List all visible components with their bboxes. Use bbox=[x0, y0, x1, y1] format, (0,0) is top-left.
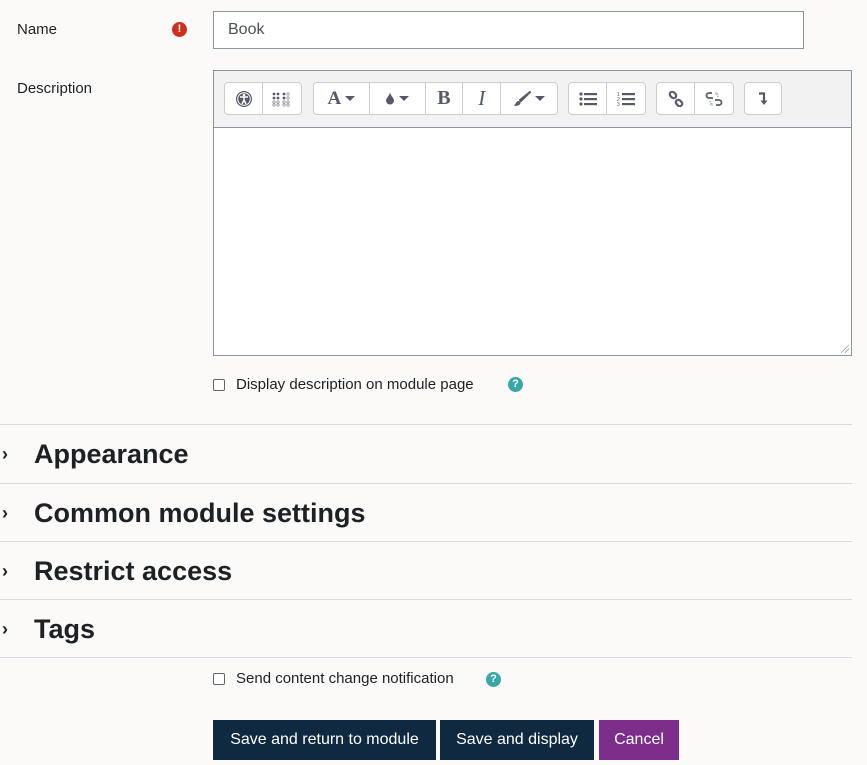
unlink-icon bbox=[705, 91, 723, 106]
toolbar-group-more bbox=[744, 82, 782, 115]
resize-handle-icon[interactable] bbox=[841, 345, 849, 353]
unlink-button[interactable] bbox=[695, 83, 733, 114]
name-label: Name bbox=[17, 21, 58, 38]
ordered-list-icon: 123 bbox=[617, 92, 635, 107]
chevron-right-icon: › bbox=[2, 502, 8, 523]
font-style-button[interactable]: A bbox=[314, 83, 370, 114]
section-restrict-access[interactable]: › Restrict access bbox=[0, 542, 852, 600]
screenreader-helper-button[interactable] bbox=[263, 83, 301, 114]
help-icon[interactable]: ? bbox=[508, 377, 523, 392]
toolbar-group-style: A B I bbox=[313, 82, 558, 115]
show-more-button[interactable] bbox=[745, 83, 781, 114]
send-notification-label: Send content change notification bbox=[236, 670, 454, 687]
toolbar-group-lists: 123 bbox=[568, 82, 646, 115]
section-title: Restrict access bbox=[34, 555, 233, 586]
send-notification-checkbox[interactable] bbox=[213, 673, 225, 685]
toolbar-group-links bbox=[656, 82, 734, 115]
accessibility-checker-button[interactable] bbox=[225, 83, 263, 114]
description-textarea[interactable] bbox=[214, 128, 851, 355]
chevron-down-icon bbox=[399, 96, 410, 101]
section-tags[interactable]: › Tags bbox=[0, 600, 852, 658]
section-title: Appearance bbox=[34, 438, 189, 469]
paintbrush-icon bbox=[514, 90, 532, 106]
bold-button[interactable]: B bbox=[426, 83, 464, 114]
save-and-display-button[interactable]: Save and display bbox=[440, 720, 594, 760]
italic-button[interactable]: I bbox=[463, 83, 502, 114]
save-and-return-button[interactable]: Save and return to module bbox=[213, 720, 436, 760]
font-color-icon bbox=[386, 92, 395, 105]
unordered-list-button[interactable] bbox=[569, 83, 607, 114]
font-color-button[interactable] bbox=[370, 83, 426, 114]
help-icon[interactable]: ? bbox=[486, 672, 501, 687]
screenreader-helper-icon bbox=[272, 91, 290, 107]
name-input[interactable] bbox=[213, 11, 804, 49]
section-title: Tags bbox=[34, 613, 96, 644]
description-editor: A B I 123 bbox=[213, 70, 852, 356]
cancel-button[interactable]: Cancel bbox=[599, 720, 679, 760]
toolbar-group-accessibility bbox=[224, 82, 302, 115]
accessibility-checker-icon bbox=[235, 90, 252, 107]
display-description-checkbox[interactable] bbox=[213, 379, 225, 391]
chevron-down-icon bbox=[535, 96, 546, 101]
section-appearance[interactable]: › Appearance bbox=[0, 425, 852, 483]
ordered-list-button[interactable]: 123 bbox=[607, 83, 645, 114]
chevron-down-icon bbox=[345, 96, 356, 101]
description-label: Description bbox=[17, 80, 93, 97]
font-style-icon: A bbox=[327, 87, 342, 109]
show-more-icon bbox=[759, 91, 768, 105]
editor-toolbar: A B I 123 bbox=[214, 71, 851, 128]
chevron-right-icon: › bbox=[2, 443, 8, 464]
clear-formatting-button[interactable] bbox=[501, 83, 557, 114]
display-description-label: Display description on module page bbox=[236, 376, 474, 393]
section-common-module-settings[interactable]: › Common module settings bbox=[0, 484, 852, 542]
bold-icon: B bbox=[437, 87, 451, 109]
svg-text:3: 3 bbox=[617, 102, 620, 107]
section-title: Common module settings bbox=[34, 497, 366, 528]
required-icon: ! bbox=[172, 22, 187, 37]
unordered-list-icon bbox=[578, 91, 597, 106]
link-button[interactable] bbox=[657, 83, 695, 114]
link-icon bbox=[668, 90, 683, 107]
divider bbox=[0, 657, 852, 658]
italic-icon: I bbox=[478, 86, 486, 110]
chevron-right-icon: › bbox=[2, 618, 8, 639]
chevron-right-icon: › bbox=[2, 560, 8, 581]
